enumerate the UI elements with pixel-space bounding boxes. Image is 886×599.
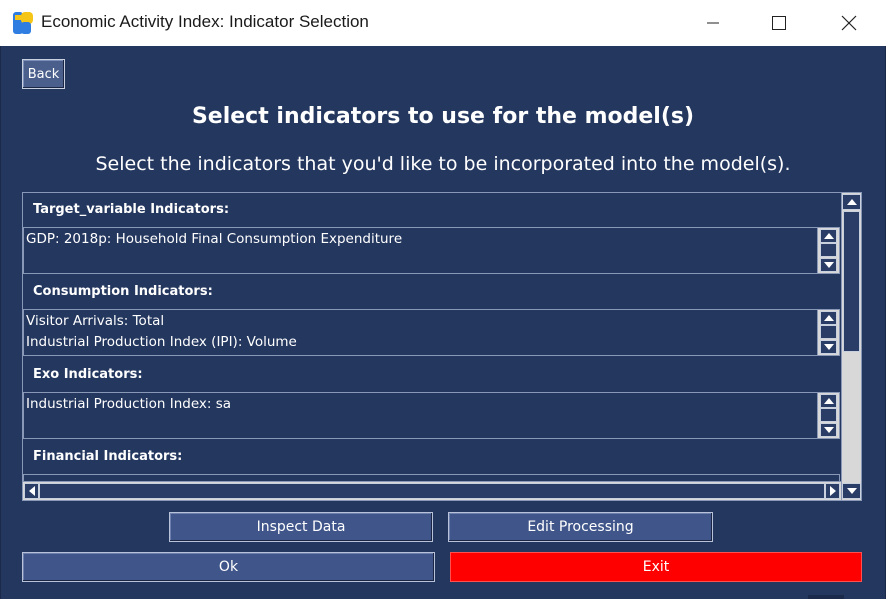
listbox-scrollbar[interactable]	[817, 393, 839, 438]
scroll-thumb[interactable]	[843, 211, 860, 352]
listbox-scrollbar[interactable]	[817, 228, 839, 273]
listbox-scrollbar[interactable]	[817, 310, 839, 355]
scroll-down-button[interactable]	[842, 483, 861, 499]
back-button[interactable]: Back	[22, 59, 65, 89]
taskbar-edge	[808, 595, 844, 599]
list-item[interactable]: GDP: 2018p: Household Final Consumption …	[26, 231, 402, 247]
edit-processing-button[interactable]: Edit Processing	[448, 512, 713, 542]
indicator-panel[interactable]: Target_variable Indicators: GDP: 2018p: …	[22, 192, 862, 501]
group-label-consumption: Consumption Indicators:	[33, 284, 213, 299]
scroll-down-button[interactable]	[820, 258, 837, 272]
close-button[interactable]	[826, 0, 872, 46]
arrow-up-icon	[823, 398, 834, 404]
list-item[interactable]: Visitor Arrivals: Total	[26, 313, 164, 329]
listbox-consumption[interactable]: Visitor Arrivals: Total Industrial Produ…	[23, 309, 840, 356]
scroll-up-button[interactable]	[820, 311, 837, 325]
horizontal-scrollbar[interactable]	[23, 481, 842, 500]
arrow-up-icon	[823, 315, 834, 321]
scroll-up-button[interactable]	[820, 394, 837, 408]
arrow-left-icon	[28, 486, 35, 496]
arrow-down-icon	[823, 427, 834, 433]
scroll-thumb[interactable]	[39, 483, 825, 499]
minimize-button[interactable]	[690, 0, 736, 46]
panel-scrollbar[interactable]	[841, 192, 862, 501]
scroll-thumb[interactable]	[820, 243, 837, 257]
app-logo-icon	[13, 12, 33, 34]
group-label-exo: Exo Indicators:	[33, 367, 143, 382]
listbox-target[interactable]: GDP: 2018p: Household Final Consumption …	[23, 227, 840, 274]
page-title: Select indicators to use for the model(s…	[191, 104, 695, 129]
scroll-up-button[interactable]	[842, 194, 861, 210]
exit-button[interactable]: Exit	[450, 552, 862, 582]
close-icon	[841, 15, 857, 31]
scroll-down-button[interactable]	[820, 423, 837, 437]
list-item[interactable]: Industrial Production Index (IPI): Volum…	[26, 334, 297, 350]
listbox-exo[interactable]: Industrial Production Index: sa	[23, 392, 840, 439]
group-label-financial: Financial Indicators:	[33, 449, 183, 464]
scroll-down-button[interactable]	[820, 340, 837, 354]
list-item[interactable]: Industrial Production Index: sa	[26, 396, 231, 412]
arrow-up-icon	[846, 199, 857, 205]
scroll-thumb[interactable]	[820, 408, 837, 422]
inspect-data-button[interactable]: Inspect Data	[169, 512, 433, 542]
scroll-left-button[interactable]	[24, 483, 39, 499]
window-title: Economic Activity Index: Indicator Selec…	[41, 12, 369, 31]
maximize-icon	[772, 16, 786, 30]
ok-button[interactable]: Ok	[22, 552, 435, 582]
arrow-up-icon	[823, 233, 834, 239]
scroll-up-button[interactable]	[820, 229, 837, 243]
group-label-target: Target_variable Indicators:	[33, 202, 230, 217]
arrow-down-icon	[823, 344, 834, 350]
title-bar: Economic Activity Index: Indicator Selec…	[0, 0, 886, 46]
scroll-right-button[interactable]	[825, 483, 840, 499]
arrow-down-icon	[846, 488, 857, 494]
arrow-down-icon	[823, 262, 834, 268]
minimize-icon	[707, 22, 719, 24]
page-subtitle: Select the indicators that you'd like to…	[95, 153, 791, 175]
maximize-button[interactable]	[756, 0, 802, 46]
arrow-right-icon	[829, 486, 836, 496]
scroll-thumb[interactable]	[820, 325, 837, 339]
